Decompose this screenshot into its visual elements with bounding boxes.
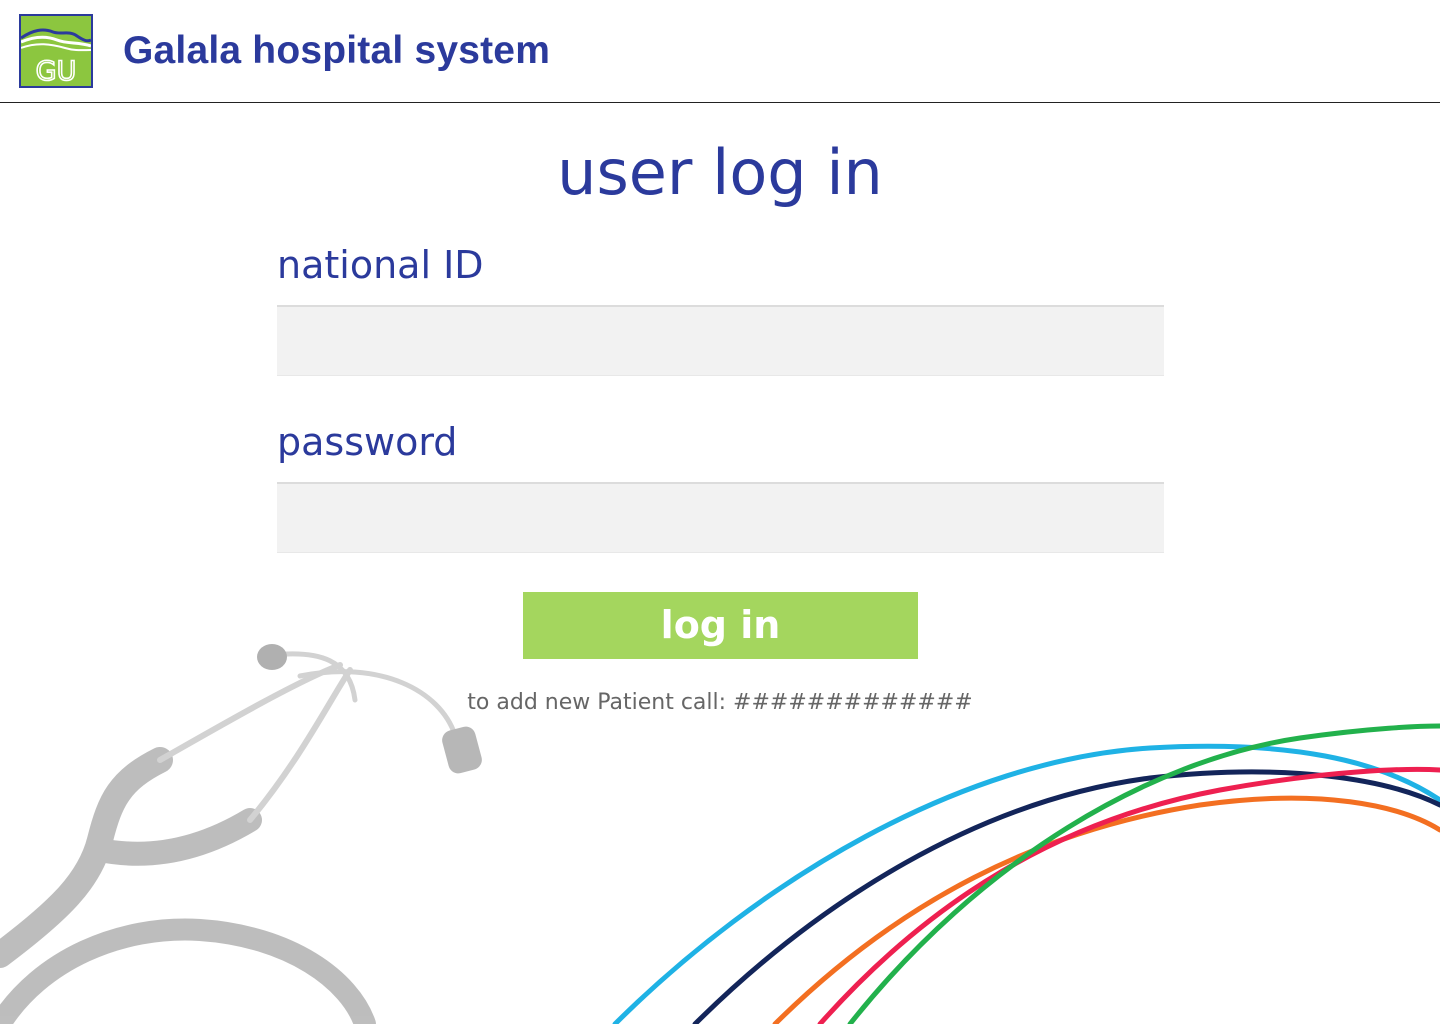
galala-university-logo[interactable]: GU [19,14,93,88]
app-title: Galala hospital system [123,29,551,72]
national-id-field[interactable] [277,305,1164,376]
login-button[interactable]: log in [523,592,918,659]
logo-icon: GU [20,16,92,88]
password-label: password [277,420,458,464]
page-title: user log in [557,136,883,209]
colorful-arcs-image [612,723,1440,1024]
new-patient-note: to add new Patient call: ############# [467,690,973,715]
top-header: GU Galala hospital system [0,0,1440,103]
national-id-label: national ID [277,243,484,287]
password-field[interactable] [277,482,1164,553]
login-page: GU Galala hospital system user log in na… [0,0,1440,1024]
logo-text: GU [36,56,77,86]
